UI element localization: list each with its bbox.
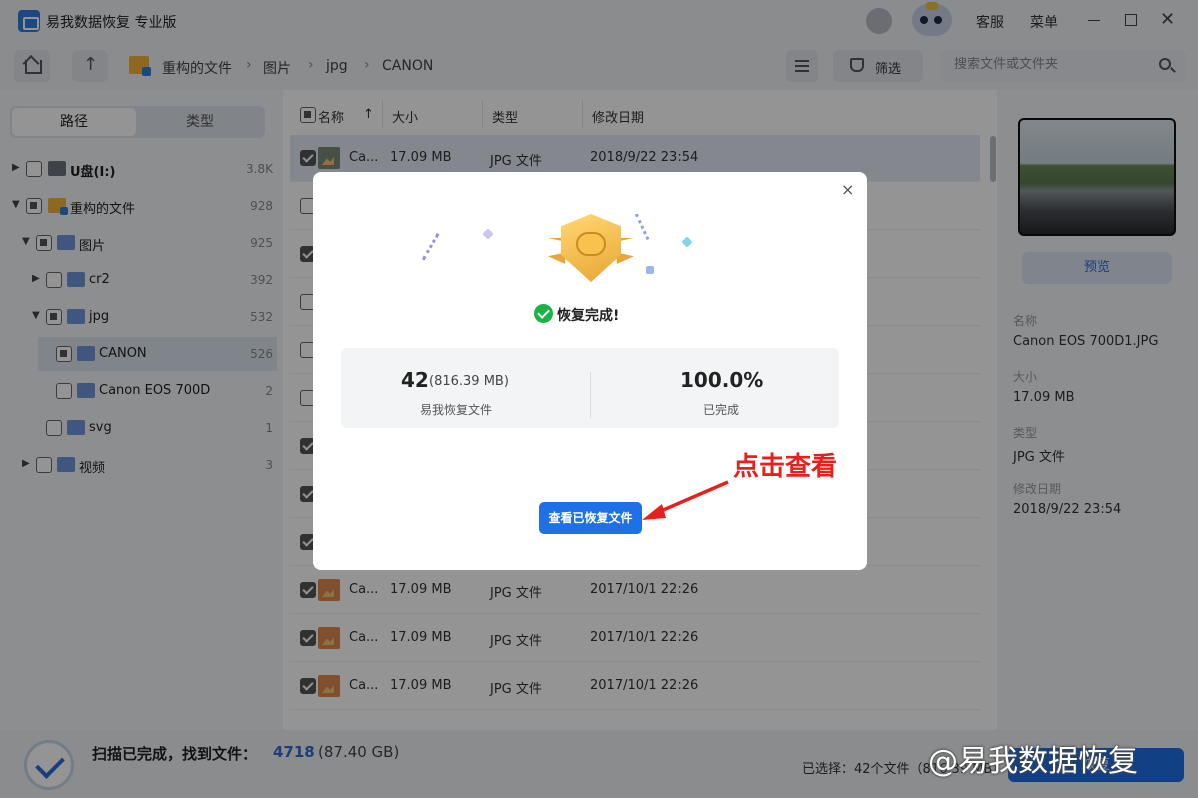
stats-divider <box>590 372 591 418</box>
watermark: @易我数据恢复 <box>928 744 1138 779</box>
recovered-files-label: 易我恢复文件 <box>420 403 493 417</box>
recovered-file-count: 42 <box>401 368 429 392</box>
success-message: 恢复完成! <box>557 308 620 324</box>
confetti-decoration <box>646 266 654 274</box>
recovered-file-size: (816.39 MB) <box>429 374 509 389</box>
annotation-arrow-icon <box>642 480 729 520</box>
view-recovered-files-button[interactable]: 查看已恢复文件 <box>539 502 642 534</box>
success-check-icon <box>534 304 553 323</box>
completion-label: 已完成 <box>703 403 740 417</box>
trophy-face-icon <box>576 232 606 256</box>
close-icon[interactable]: × <box>841 180 854 199</box>
annotation-label: 点击查看 <box>733 452 838 482</box>
completion-percent: 100.0% <box>680 368 764 392</box>
